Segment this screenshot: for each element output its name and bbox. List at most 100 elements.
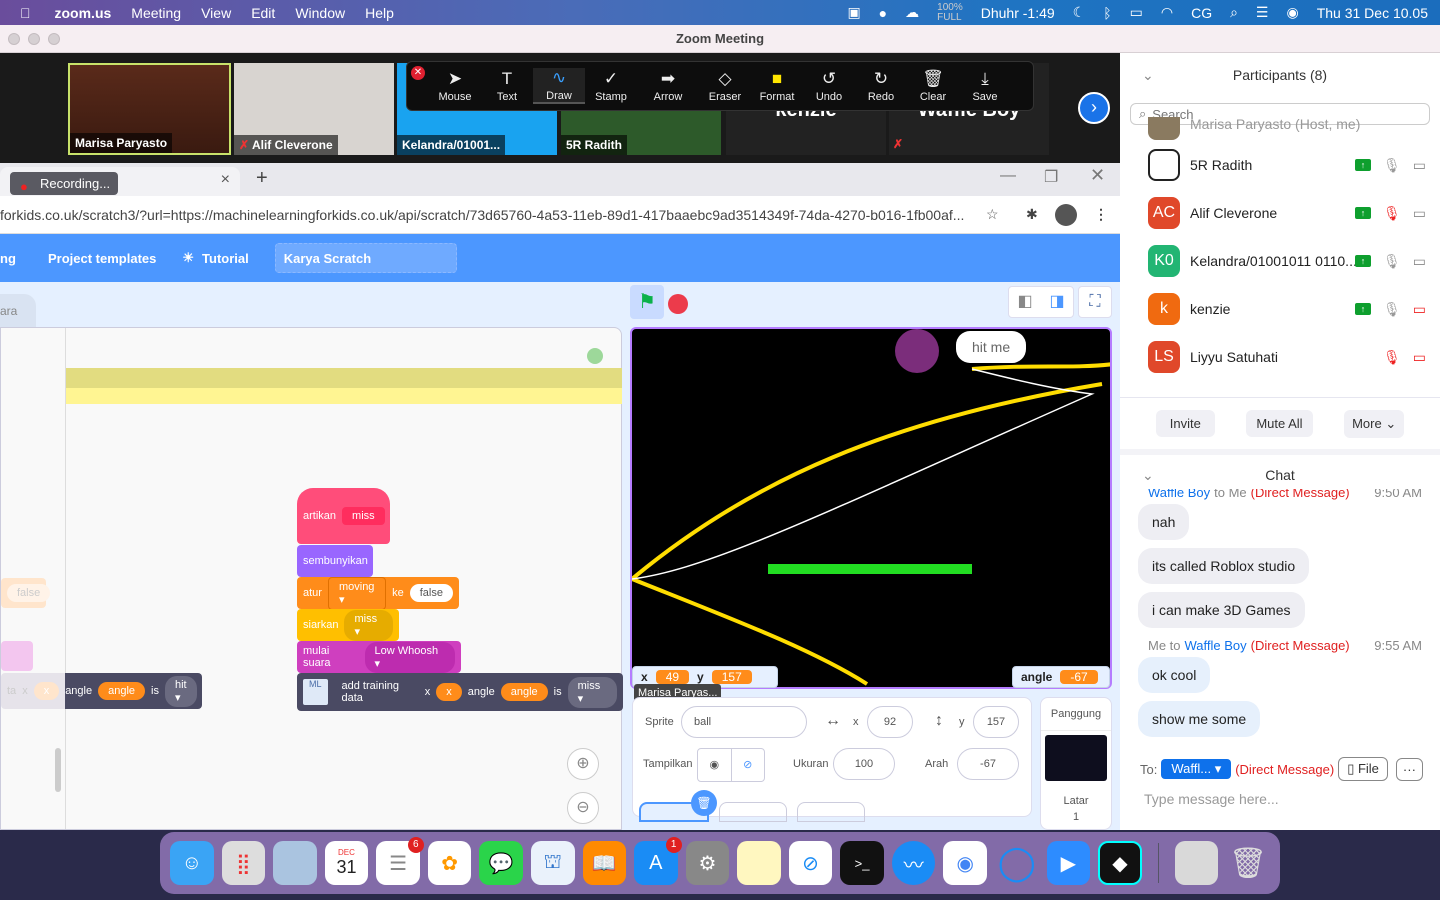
tool-text[interactable]: T Text bbox=[481, 69, 533, 103]
video-icon[interactable]: ▭ bbox=[1413, 205, 1426, 222]
chat-more-button[interactable]: ··· bbox=[1395, 757, 1423, 781]
sound-dropdown[interactable]: Low Whoosh ▾ bbox=[364, 641, 455, 673]
fullscreen-button[interactable]: ⛶ bbox=[1078, 286, 1112, 318]
chrome-icon[interactable]: ◉ bbox=[943, 841, 987, 885]
recipient-dropdown[interactable]: Waffl... ▾ bbox=[1161, 759, 1232, 779]
minimize-icon[interactable]: — bbox=[1000, 167, 1016, 185]
x-reporter[interactable]: x bbox=[436, 683, 462, 701]
set-variable-block[interactable]: atur moving ▾ ke false bbox=[297, 576, 459, 610]
zoom-in-button[interactable]: ⊕ bbox=[567, 748, 599, 780]
cloud-upload-icon[interactable]: ☁ bbox=[905, 4, 919, 21]
menu-app[interactable]: zoom.us bbox=[55, 5, 112, 21]
close-window-button[interactable] bbox=[8, 33, 20, 45]
menu-edit[interactable]: Edit bbox=[251, 5, 275, 21]
large-stage-icon[interactable]: ◨ bbox=[1041, 287, 1073, 317]
message-dropdown[interactable]: miss ▾ bbox=[344, 609, 393, 641]
close-icon[interactable]: ✕ bbox=[1090, 165, 1105, 186]
close-tab-icon[interactable]: × bbox=[221, 171, 230, 189]
terminal-icon[interactable]: >_ bbox=[840, 841, 884, 885]
recent-files-stack-icon[interactable] bbox=[1174, 841, 1219, 885]
stage-canvas[interactable]: hit me bbox=[630, 327, 1112, 689]
tool-eraser[interactable]: ◇ Eraser bbox=[699, 69, 751, 103]
tool-mouse[interactable]: ➤ Mouse bbox=[429, 69, 481, 103]
video-tile[interactable]: Marisa Paryasto bbox=[68, 63, 231, 155]
small-stage-icon[interactable]: ◧ bbox=[1009, 287, 1041, 317]
prayer-time[interactable]: Dhuhr -1:49 bbox=[981, 5, 1055, 21]
battery-app-icon[interactable]: 100% FULL bbox=[937, 2, 963, 23]
new-tab-icon[interactable]: + bbox=[256, 167, 268, 190]
zoom-out-button[interactable]: ⊖ bbox=[567, 792, 599, 824]
zoom-window-button[interactable] bbox=[48, 33, 60, 45]
tool-arrow[interactable]: ➡ Arrow bbox=[637, 69, 699, 103]
spotlight-icon[interactable]: ⌕ bbox=[1230, 4, 1238, 21]
tool-clear[interactable]: 🗑 Clear bbox=[907, 69, 959, 103]
menu-meeting[interactable]: Meeting bbox=[131, 5, 181, 21]
wifi-icon[interactable]: ◠ bbox=[1161, 4, 1173, 21]
file-button[interactable]: ▯ File bbox=[1338, 757, 1388, 781]
angle-reporter[interactable]: angle bbox=[98, 682, 146, 700]
delete-sprite-icon[interactable]: 🗑 bbox=[691, 790, 717, 816]
participant-row[interactable]: Marisa Paryasto (Host, me) bbox=[1120, 117, 1440, 141]
messages-icon[interactable]: 💬 bbox=[479, 841, 523, 885]
hide-block[interactable]: sembunyikan bbox=[297, 545, 373, 577]
bluetooth-icon[interactable]: ᛒ bbox=[1103, 5, 1111, 21]
sprite-direction-input[interactable]: -67 bbox=[957, 748, 1019, 780]
reminders-icon[interactable]: ☰ 6 bbox=[376, 837, 424, 885]
angle-reporter[interactable]: angle bbox=[500, 683, 548, 701]
notes-icon[interactable] bbox=[737, 841, 781, 885]
menu-help[interactable]: Help bbox=[365, 5, 394, 21]
invite-button[interactable]: Invite bbox=[1155, 410, 1215, 437]
participant-row[interactable]: LS Liyyu Satuhati 🎙 ▭ bbox=[1120, 333, 1440, 381]
label-dropdown[interactable]: miss ▾ bbox=[567, 676, 617, 708]
variable-dropdown[interactable]: moving ▾ bbox=[327, 576, 387, 610]
angle-monitor[interactable]: angle -67 bbox=[1012, 666, 1110, 688]
mic-icon[interactable]: 🎙 bbox=[1383, 301, 1401, 318]
moon-icon[interactable]: ☾ bbox=[1073, 4, 1086, 21]
tool-save[interactable]: ⤓ Save bbox=[959, 69, 1011, 103]
add-training-data-block[interactable]: ML add training data x x angle angle is miss ▾ bbox=[297, 673, 623, 711]
sprite-y-input[interactable]: 157 bbox=[973, 706, 1019, 738]
collapse-chevron-icon[interactable]: ⌄ bbox=[1142, 455, 1154, 495]
menu-view[interactable]: View bbox=[201, 5, 231, 21]
sound-tab[interactable]: ara bbox=[0, 294, 36, 327]
more-button[interactable]: More ⌄ bbox=[1344, 409, 1405, 438]
app-store-icon[interactable]: A1 bbox=[634, 837, 682, 885]
finder-icon[interactable]: ☺ bbox=[170, 841, 214, 885]
collapse-chevron-icon[interactable]: ⌄ bbox=[1142, 53, 1154, 97]
system-preferences-icon[interactable]: ⚙ bbox=[685, 841, 730, 885]
input-source[interactable]: CG bbox=[1191, 5, 1212, 21]
value-input[interactable]: false bbox=[409, 584, 453, 602]
play-sound-block[interactable]: mulai suara Low Whoosh ▾ bbox=[297, 641, 461, 673]
project-title-input[interactable]: Karya Scratch bbox=[274, 243, 457, 273]
keynote-icon[interactable]: ⛫ bbox=[530, 841, 575, 885]
sprite-x-input[interactable]: 92 bbox=[867, 706, 913, 738]
sprite-size-input[interactable]: 100 bbox=[833, 748, 895, 780]
gamemaker-icon[interactable]: ◆ bbox=[1098, 841, 1142, 885]
chat-input[interactable]: Type message here... bbox=[1120, 781, 1440, 817]
mustache-app-icon[interactable]: 〰 bbox=[891, 841, 936, 885]
chat-status-icon[interactable]: ● bbox=[879, 5, 887, 21]
mic-muted-icon[interactable]: 🎙 bbox=[1383, 349, 1401, 366]
video-off-icon[interactable]: ▭ bbox=[1413, 301, 1426, 318]
trash-icon[interactable]: 🗑 bbox=[1226, 841, 1270, 885]
close-annotation-icon[interactable]: ✕ bbox=[411, 66, 425, 80]
chat-app-icon[interactable]: ◯ bbox=[995, 841, 1039, 885]
video-icon[interactable]: ▭ bbox=[1413, 253, 1426, 270]
apple-icon[interactable]:  bbox=[20, 5, 31, 21]
bookmark-star-icon[interactable]: ☆ bbox=[986, 206, 999, 223]
photos-icon[interactable]: ✿ bbox=[427, 841, 472, 885]
stage-panel[interactable]: Panggung Latar 1 bbox=[1040, 697, 1112, 830]
mic-muted-icon[interactable]: 🎙 bbox=[1383, 205, 1401, 222]
sprite-thumb-bug[interactable] bbox=[719, 802, 787, 822]
project-templates-link[interactable]: Project templates bbox=[48, 251, 156, 266]
mic-icon[interactable]: 🎙 bbox=[1383, 253, 1401, 270]
mic-icon[interactable]: 🎙 bbox=[1383, 157, 1401, 174]
sprite-name-input[interactable]: ball bbox=[681, 706, 807, 738]
define-arg[interactable]: miss bbox=[342, 507, 385, 525]
clock[interactable]: Thu 31 Dec 10.05 bbox=[1317, 5, 1428, 21]
video-icon[interactable]: ▭ bbox=[1413, 157, 1426, 174]
participant-row[interactable]: k kenzie ↑ 🎙 ▭ bbox=[1120, 285, 1440, 333]
zoom-app-icon[interactable]: ▶ bbox=[1046, 841, 1091, 885]
tool-redo[interactable]: ↻ Redo bbox=[855, 69, 907, 103]
profile-avatar-icon[interactable] bbox=[1055, 203, 1077, 226]
